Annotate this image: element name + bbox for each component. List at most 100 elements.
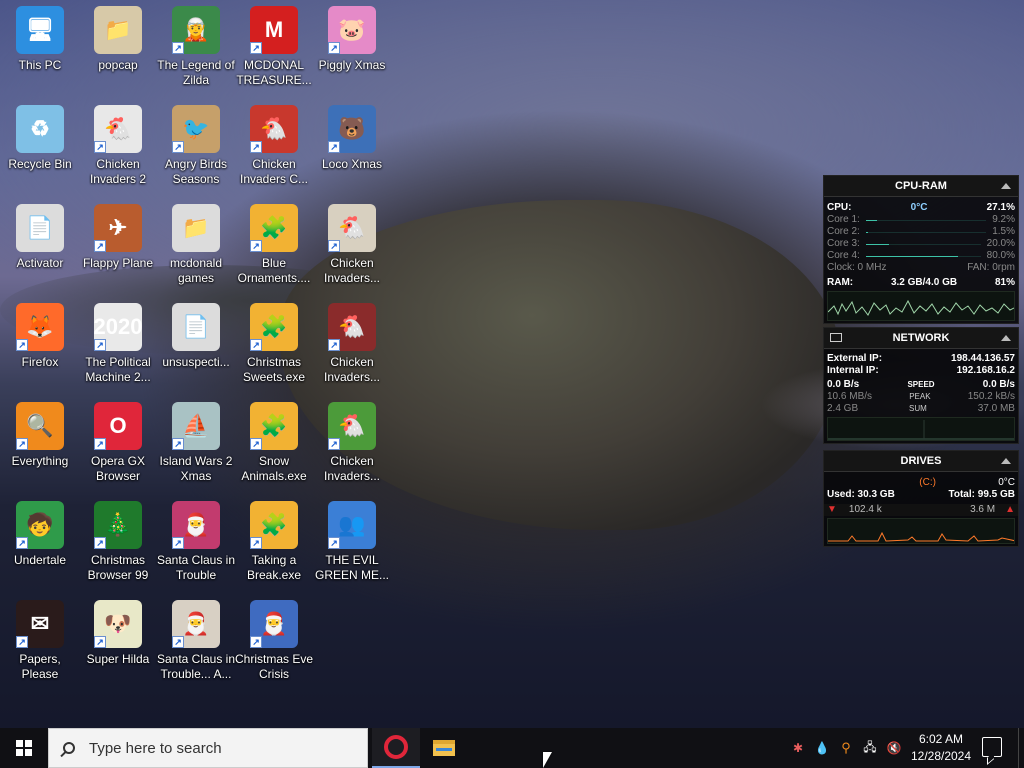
desktop-icon[interactable]: 🎅 ↗ Christmas Eve Crisis	[234, 594, 314, 686]
desktop-icon[interactable]: 🐻 ↗ Loco Xmas	[312, 99, 392, 191]
desktop-icon[interactable]: 👥 ↗ THE EVIL GREEN ME...	[312, 495, 392, 587]
desktop-icon-label: Chicken Invaders C...	[239, 157, 309, 186]
desktop-icon[interactable]: 🧩 ↗ Blue Ornaments....	[234, 198, 314, 290]
puzzle-icon: 🧩 ↗	[250, 402, 298, 450]
fan-speed: FAN: 0rpm	[967, 262, 1015, 273]
clock[interactable]: 6:02 AM 12/28/2024	[906, 731, 976, 765]
desktop-icon[interactable]: 🔍 ↗ Everything	[0, 396, 80, 488]
taskbar-file-explorer[interactable]	[420, 728, 468, 768]
desktop-icon[interactable]: M ↗ MCDONAL TREASURE...	[234, 0, 314, 92]
tray-app-icon[interactable]: ✱	[788, 728, 808, 768]
desktop-icon-label: The Political Machine 2...	[85, 355, 151, 384]
desktop-icon-label: Snow Animals.exe	[241, 454, 307, 483]
desktop-icon[interactable]: 🎄 ↗ Christmas Browser 99	[78, 495, 158, 587]
desktop-icon[interactable]: 📄 Activator	[0, 198, 80, 290]
desktop-icon-label: Taking a Break.exe	[246, 553, 302, 582]
start-button[interactable]	[0, 728, 48, 768]
drive-temp: 0°C	[998, 477, 1015, 488]
desktop-icon[interactable]: 🎅 ↗ Santa Claus in Trouble	[156, 495, 236, 587]
shortcut-arrow-icon: ↗	[172, 141, 184, 153]
volume-muted-icon[interactable]: 🔇	[884, 728, 904, 768]
desktop-icon[interactable]: 📁 mcdonald games	[156, 198, 236, 290]
desktop-icon[interactable]: 📁 popcap	[78, 0, 158, 92]
taskbar-opera[interactable]	[372, 728, 420, 768]
cpu-ram-widget: CPU-RAM CPU: 0°C 27.1% Core 1: 9.2% Core 2…	[823, 175, 1019, 324]
desktop-icon[interactable]: 🧒 ↗ Undertale	[0, 495, 80, 587]
opera-gx-icon: O ↗	[94, 402, 142, 450]
recycle-bin-icon: ♻	[16, 105, 64, 153]
pixel-dog-icon: 🐶 ↗	[94, 600, 142, 648]
political-icon: 2020 ↗	[94, 303, 142, 351]
desktop-icon-label: mcdonald games	[169, 256, 223, 285]
core-row: Core 4: 80.0%	[824, 250, 1018, 262]
desktop-icon[interactable]: ✈ ↗ Flappy Plane	[78, 198, 158, 290]
file-icon: 📄	[172, 303, 220, 351]
desktop-icon-label: Christmas Sweets.exe	[242, 355, 306, 384]
tray-drop-icon[interactable]: 💧	[812, 728, 832, 768]
chicken-icon: 🐔 ↗	[328, 204, 376, 252]
desktop-icon-label: Angry Birds Seasons	[164, 157, 228, 186]
firefox-icon: 🦊 ↗	[16, 303, 64, 351]
desktop-icon-label: Santa Claus in Trouble	[156, 553, 236, 582]
chicken-icon: 🐔 ↗	[94, 105, 142, 153]
santa-icon: 🎅 ↗	[250, 600, 298, 648]
desktop-icon[interactable]: 🐷 ↗ Piggly Xmas	[312, 0, 392, 92]
desktop-icon[interactable]: 🐦 ↗ Angry Birds Seasons	[156, 99, 236, 191]
shortcut-arrow-icon: ↗	[250, 438, 262, 450]
show-desktop-button[interactable]	[1018, 728, 1024, 768]
desktop-icon[interactable]: 🐔 ↗ Chicken Invaders...	[312, 396, 392, 488]
desktop-icon[interactable]: 🐔 ↗ Chicken Invaders...	[312, 297, 392, 389]
notification-icon[interactable]	[982, 737, 1002, 757]
desktop-icon[interactable]: ♻ Recycle Bin	[0, 99, 80, 191]
angry-bird-icon: 🐦 ↗	[172, 105, 220, 153]
shortcut-arrow-icon: ↗	[172, 636, 184, 648]
desktop-icon[interactable]: 🎅 ↗ Santa Claus in Trouble... A...	[156, 594, 236, 686]
collapse-icon[interactable]	[1001, 458, 1011, 464]
desktop-icon[interactable]: 🦊 ↗ Firefox	[0, 297, 80, 389]
drives-title: DRIVES	[900, 455, 942, 467]
folder-icon: 📁	[94, 6, 142, 54]
drive-used: Used: 30.3 GB	[827, 489, 895, 500]
monitor-icon: 🖥	[16, 6, 64, 54]
desktop-icon[interactable]: 🧩 ↗ Christmas Sweets.exe	[234, 297, 314, 389]
desktop-icon[interactable]: 2020 ↗ The Political Machine 2...	[78, 297, 158, 389]
ram-label: RAM:	[827, 277, 854, 288]
desktop-icon[interactable]: 🐔 ↗ Chicken Invaders 2	[78, 99, 158, 191]
network-widget: NETWORK External IP: 198.44.136.57 Inter…	[823, 327, 1019, 444]
desktop-icon-label: Flappy Plane	[82, 256, 154, 270]
shortcut-arrow-icon: ↗	[172, 42, 184, 54]
taskbar: ✱ 💧 ⚲ 🖧 🔇 6:02 AM 12/28/2024	[0, 728, 1024, 768]
desktop-icon[interactable]: 🧩 ↗ Snow Animals.exe	[234, 396, 314, 488]
desktop-icon[interactable]: 📄 unsuspecti...	[156, 297, 236, 389]
desktop-icons: 🖥 This PC 📁 popcap 🧝 ↗ The Legend of Zilda M ↗ MC…	[0, 0, 400, 700]
desktop-icon[interactable]: ✉ ↗ Papers, Please	[0, 594, 80, 686]
speed-label: SPEED	[907, 380, 935, 389]
desktop-icon[interactable]: 🧝 ↗ The Legend of Zilda	[156, 0, 236, 92]
desktop-icon[interactable]: 🧩 ↗ Taking a Break.exe	[234, 495, 314, 587]
search-input[interactable]	[89, 739, 349, 757]
core-usage-bar	[865, 226, 987, 238]
puzzle-icon: 🧩 ↗	[250, 303, 298, 351]
sum-down: 2.4 GB	[827, 403, 859, 414]
puzzle-icon: 🧩 ↗	[250, 204, 298, 252]
collapse-icon[interactable]	[1001, 183, 1011, 189]
cpu-ram-header: CPU-RAM	[824, 176, 1018, 197]
santa-icon: 🎅 ↗	[172, 501, 220, 549]
shortcut-arrow-icon: ↗	[94, 636, 106, 648]
cpu-temp: 0°C	[910, 202, 928, 213]
tray-everything-icon[interactable]: ⚲	[836, 728, 856, 768]
desktop-icon[interactable]: ⛵ ↗ Island Wars 2 Xmas	[156, 396, 236, 488]
desktop-icon[interactable]: O ↗ Opera GX Browser	[78, 396, 158, 488]
desktop-icon[interactable]: 🐶 ↗ Super Hilda	[78, 594, 158, 686]
network-icon[interactable]: 🖧	[860, 728, 880, 768]
shortcut-arrow-icon: ↗	[250, 339, 262, 351]
desktop-icon[interactable]: 🐔 ↗ Chicken Invaders...	[312, 198, 392, 290]
opera-icon	[384, 735, 408, 759]
collapse-icon[interactable]	[1001, 335, 1011, 341]
desktop-icon[interactable]: 🖥 This PC	[0, 0, 80, 92]
search-box[interactable]	[48, 728, 368, 768]
desktop-icon[interactable]: 🐔 ↗ Chicken Invaders C...	[234, 99, 314, 191]
folder-icon: 📁	[172, 204, 220, 252]
ram-graph	[827, 291, 1015, 321]
speed-down: 0.0 B/s	[827, 379, 860, 390]
